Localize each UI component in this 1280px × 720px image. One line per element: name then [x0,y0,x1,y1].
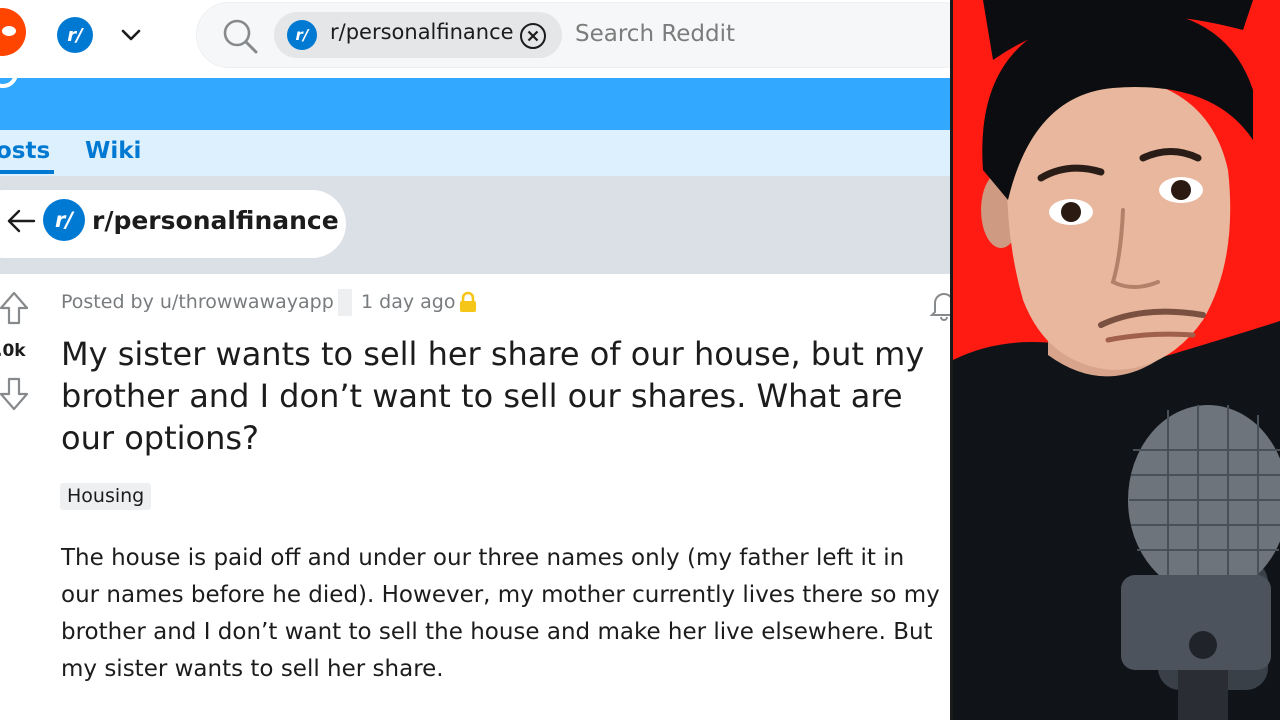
bell-icon[interactable] [927,288,950,322]
tab-posts[interactable]: osts [0,138,50,164]
close-circle-icon[interactable] [519,22,547,50]
upvote-arrow-icon[interactable] [0,290,30,326]
streamer-video [953,0,1280,720]
post-title: My sister wants to sell her share of our… [61,335,925,457]
search-chip-community-icon: r/ [287,20,317,50]
search-chip-badge-text: r/ [295,26,309,44]
subreddit-banner [0,78,950,130]
search-input[interactable]: Search Reddit [575,21,735,47]
vote-count: .0k [0,341,26,361]
downvote-arrow-icon[interactable] [0,376,30,412]
subreddit-badge-text: r/ [54,208,74,232]
author-flair-placeholder [338,289,352,316]
chevron-down-icon[interactable] [118,22,144,48]
webcam-overlay [950,0,1280,720]
reddit-post-page: r/ r/ r/personalfinance Search Reddit os… [0,0,950,720]
post-timestamp[interactable]: 1 day ago [361,291,455,313]
subreddit-tab-bar [0,130,950,176]
subreddit-icon: r/ [43,199,85,241]
back-arrow-icon[interactable] [6,206,36,236]
tab-wiki[interactable]: Wiki [85,138,141,164]
active-tab-indicator [0,170,54,174]
community-badge-text: r/ [67,24,83,46]
search-chip-label: r/personalfinance [330,20,514,44]
search-icon [223,19,258,54]
community-menu-button[interactable]: r/ [57,17,93,53]
post-body: The house is paid off and under our thre… [61,545,940,682]
lock-icon [460,291,476,312]
post-flair[interactable]: Housing [60,483,152,510]
post-author[interactable]: Posted by u/throwwawayapp [61,291,334,313]
subreddit-name[interactable]: r/personalfinance [92,206,339,235]
